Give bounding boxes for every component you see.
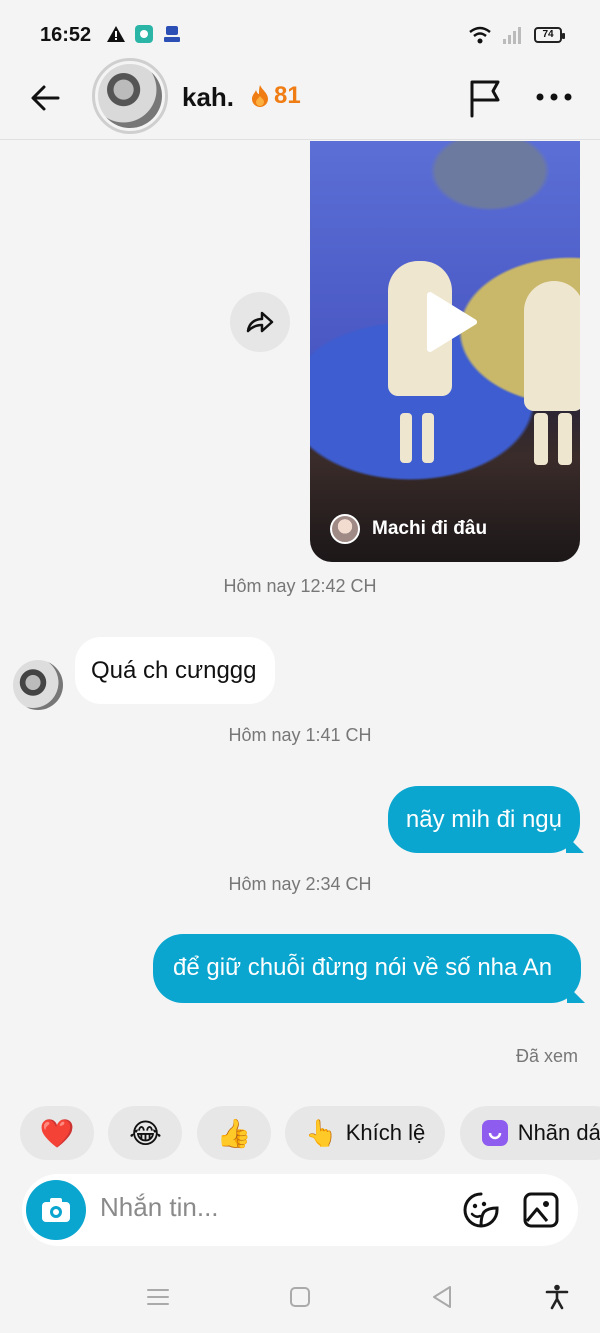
share-button[interactable] bbox=[230, 292, 290, 352]
laugh-reaction-chip[interactable]: 😂 bbox=[108, 1106, 183, 1160]
battery-indicator: 74 bbox=[534, 27, 565, 43]
video-caption-text: Machi đi đâu bbox=[372, 518, 488, 539]
video-thumbnail-figure bbox=[524, 281, 580, 411]
encourage-label: Khích lệ bbox=[345, 1120, 426, 1145]
gallery-icon[interactable] bbox=[522, 1191, 560, 1229]
share-arrow-icon bbox=[246, 311, 274, 333]
more-options-icon[interactable] bbox=[536, 88, 572, 106]
menu-icon[interactable] bbox=[145, 1284, 171, 1310]
caption-avatar bbox=[330, 514, 360, 544]
back-triangle-icon[interactable] bbox=[429, 1284, 455, 1310]
system-status-icons: 74 bbox=[468, 25, 565, 45]
heart-reaction-chip[interactable]: ❤️ bbox=[20, 1106, 94, 1160]
contact-name[interactable]: kah. bbox=[182, 82, 234, 113]
camera-button[interactable] bbox=[26, 1180, 86, 1240]
notification-icons bbox=[106, 24, 182, 44]
pointing-up-icon: 👆 bbox=[305, 1117, 338, 1148]
heart-icon: ❤️ bbox=[39, 1117, 75, 1149]
video-thumbnail-figure bbox=[534, 413, 548, 465]
accessibility-icon[interactable] bbox=[544, 1284, 570, 1310]
video-thumbnail-figure bbox=[400, 413, 412, 463]
sticker-chip[interactable]: Nhãn dá bbox=[459, 1106, 600, 1160]
outgoing-message[interactable]: để giữ chuỗi đừng nói về số nha An bbox=[153, 934, 581, 1003]
encourage-chip[interactable]: 👆 Khích lệ bbox=[285, 1106, 446, 1160]
contact-avatar[interactable] bbox=[92, 58, 168, 134]
video-thumbnail-figure bbox=[558, 413, 572, 465]
message-timestamp: Hôm nay 12:42 CH bbox=[223, 576, 377, 596]
outgoing-message[interactable]: nãy mih đi ngụ bbox=[387, 786, 580, 853]
shared-video-card[interactable]: Machi đi đâu bbox=[310, 141, 580, 562]
message-composer bbox=[22, 1174, 578, 1246]
streak-count: 81 bbox=[274, 82, 301, 109]
warning-icon bbox=[107, 26, 125, 42]
video-caption: Machi đi đâu bbox=[330, 514, 487, 544]
camera-icon bbox=[42, 1198, 70, 1222]
home-icon[interactable] bbox=[287, 1284, 313, 1310]
status-time: 16:52 bbox=[40, 24, 92, 46]
avatar-image bbox=[98, 64, 162, 128]
seen-indicator: Đã xem bbox=[515, 1046, 578, 1066]
laughing-emoji-icon: 😂 bbox=[129, 1117, 162, 1149]
incoming-message[interactable]: Quá ch cưnggg bbox=[75, 637, 275, 704]
app-notification-icon bbox=[135, 25, 153, 43]
play-icon[interactable] bbox=[422, 291, 478, 353]
streak-counter: 81 bbox=[250, 82, 301, 110]
vpn-notification-icon bbox=[164, 26, 180, 42]
sticker-picker-icon[interactable] bbox=[462, 1191, 500, 1229]
thumbs-up-icon: 👍 bbox=[216, 1117, 252, 1149]
wifi-icon bbox=[469, 26, 491, 44]
system-navigation-bar bbox=[0, 1260, 600, 1333]
thumbs-up-reaction-chip[interactable]: 👍 bbox=[196, 1106, 271, 1160]
message-input[interactable] bbox=[100, 1192, 440, 1223]
sender-avatar[interactable] bbox=[13, 660, 63, 710]
quick-reactions-bar: ❤️ 😂 👍 👆 Khích lệ Nhãn dá bbox=[20, 1106, 600, 1160]
fire-icon bbox=[252, 85, 268, 107]
video-thumbnail-figure bbox=[422, 413, 434, 463]
sticker-icon bbox=[481, 1120, 508, 1146]
chat-header: kah. 81 bbox=[0, 56, 600, 140]
message-timestamp: Hôm nay 1:41 CH bbox=[228, 725, 372, 745]
cellular-signal-icon bbox=[503, 27, 521, 44]
message-timestamp: Hôm nay 2:34 CH bbox=[228, 874, 372, 894]
flag-icon[interactable] bbox=[468, 78, 504, 118]
sticker-label: Nhãn dá bbox=[517, 1120, 600, 1145]
back-arrow-icon[interactable] bbox=[26, 78, 66, 118]
